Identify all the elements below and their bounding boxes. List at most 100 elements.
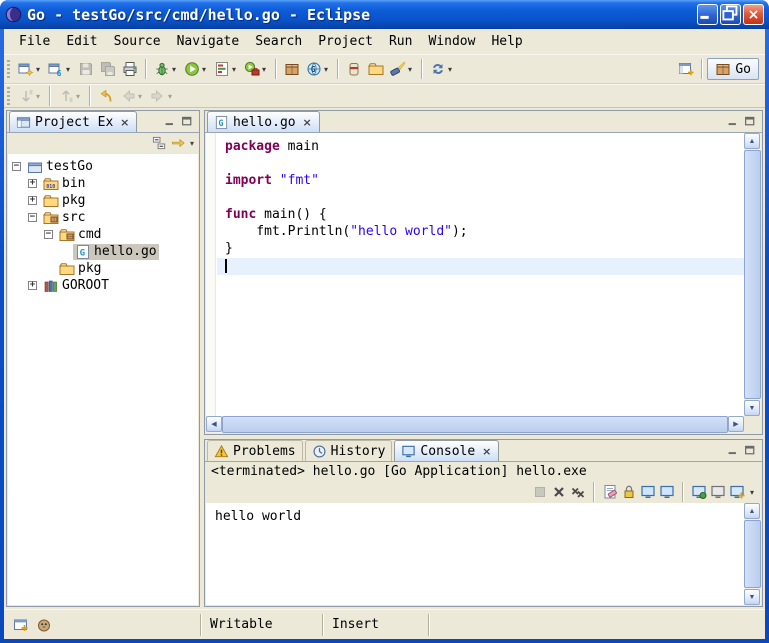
next-annotation-button[interactable]: ▾ — [16, 85, 44, 107]
code-editor[interactable]: package main import "fmt" func main() { fm… — [217, 133, 744, 416]
scrollbar-thumb[interactable] — [744, 150, 761, 399]
dropdown-arrow-icon[interactable]: ▾ — [34, 92, 42, 101]
new-go-button[interactable]: G▾ — [46, 58, 74, 80]
code-line[interactable]: import "fmt" — [217, 173, 744, 190]
dropdown-arrow-icon[interactable]: ▾ — [260, 65, 268, 74]
menu-item-navigate[interactable]: Navigate — [170, 31, 247, 52]
minimize-view-icon[interactable] — [164, 115, 177, 128]
collapse-all-icon[interactable] — [152, 136, 167, 151]
link-with-editor-icon[interactable] — [171, 136, 186, 151]
maximize-view-icon[interactable] — [744, 115, 757, 128]
code-line[interactable]: func main() { — [217, 207, 744, 224]
scroll-down-icon[interactable]: ▼ — [744, 589, 760, 605]
code-line[interactable] — [217, 156, 744, 173]
dropdown-arrow-icon[interactable]: ▾ — [230, 65, 238, 74]
dropdown-arrow-icon[interactable]: ▾ — [136, 92, 144, 101]
show-stderr-icon[interactable] — [659, 484, 675, 500]
print-button[interactable] — [120, 58, 140, 80]
synchronize-button[interactable]: ▾ — [428, 58, 456, 80]
save-all-button[interactable] — [98, 58, 118, 80]
tree-item-hello-go[interactable]: Ghello.go — [8, 243, 198, 260]
save-button[interactable] — [76, 58, 96, 80]
expand-toggle-icon[interactable]: + — [28, 179, 37, 188]
go-trim-icon[interactable] — [36, 617, 52, 633]
expand-toggle-icon[interactable]: + — [28, 281, 37, 290]
scroll-right-icon[interactable]: ▶ — [728, 416, 744, 432]
tab-project-explorer[interactable]: Project Ex × — [9, 111, 137, 132]
code-line[interactable] — [217, 258, 744, 275]
scroll-left-icon[interactable]: ◀ — [206, 416, 222, 432]
editor-vertical-scrollbar[interactable]: ▲ ▼ — [744, 133, 761, 416]
menu-item-search[interactable]: Search — [248, 31, 309, 52]
dropdown-arrow-icon[interactable]: ▾ — [64, 65, 72, 74]
close-tab-icon[interactable]: × — [481, 445, 492, 458]
menu-item-help[interactable]: Help — [484, 31, 529, 52]
debug-button[interactable]: ▾ — [152, 58, 180, 80]
toolbar-grip[interactable] — [7, 87, 10, 105]
last-edit-location-button[interactable] — [96, 85, 116, 107]
code-line[interactable]: fmt.Println("hello world"); — [217, 224, 744, 241]
open-console-icon[interactable] — [729, 484, 745, 500]
editor-horizontal-scrollbar[interactable]: ◀ ▶ — [206, 416, 744, 433]
code-line[interactable]: } — [217, 241, 744, 258]
code-line[interactable] — [217, 190, 744, 207]
terminate-icon[interactable] — [532, 484, 548, 500]
view-menu-icon[interactable]: ▾ — [190, 139, 194, 148]
external-tools-button[interactable]: ▾ — [242, 58, 270, 80]
forward-button[interactable]: ▾ — [148, 85, 176, 107]
coverage-button[interactable]: ▾ — [212, 58, 240, 80]
tree-item-bin[interactable]: +010bin — [8, 175, 198, 192]
display-console-icon[interactable] — [710, 484, 726, 500]
tree-item-pkg[interactable]: pkg — [8, 260, 198, 277]
console-output[interactable]: hello world ▲ ▼ — [206, 503, 761, 605]
menu-item-file[interactable]: File — [12, 31, 57, 52]
scrollbar-thumb[interactable] — [744, 520, 761, 588]
collapse-toggle-icon[interactable]: − — [44, 230, 53, 239]
tab-hello-go[interactable]: G hello.go × — [207, 111, 320, 132]
run-button[interactable]: ▾ — [182, 58, 210, 80]
dropdown-arrow-icon[interactable]: ▾ — [748, 488, 756, 497]
maximize-view-icon[interactable] — [181, 115, 194, 128]
tab-console[interactable]: Console× — [394, 440, 499, 461]
console-vertical-scrollbar[interactable]: ▲ ▼ — [744, 503, 761, 605]
minimize-view-icon[interactable] — [727, 115, 740, 128]
close-button[interactable]: × — [743, 4, 764, 25]
toolbar-grip[interactable] — [7, 60, 10, 78]
dropdown-arrow-icon[interactable]: ▾ — [74, 92, 82, 101]
scroll-lock-icon[interactable] — [621, 484, 637, 500]
open-archive-button[interactable] — [344, 58, 364, 80]
editor-marker-bar[interactable] — [206, 133, 216, 416]
go-tools-button[interactable]: G▾ — [304, 58, 332, 80]
fast-view-trim-icon[interactable] — [13, 617, 29, 633]
menu-item-edit[interactable]: Edit — [59, 31, 104, 52]
tree-item-testgo[interactable]: −testGo — [8, 158, 198, 175]
menu-item-source[interactable]: Source — [107, 31, 168, 52]
search-button[interactable]: ▾ — [388, 58, 416, 80]
minimize-button[interactable] — [697, 4, 718, 25]
menu-item-run[interactable]: Run — [382, 31, 419, 52]
tab-history[interactable]: History — [305, 440, 393, 461]
collapse-toggle-icon[interactable]: − — [12, 162, 21, 171]
menu-item-project[interactable]: Project — [311, 31, 380, 52]
maximize-view-icon[interactable] — [744, 444, 757, 457]
previous-annotation-button[interactable]: ▾ — [56, 85, 84, 107]
tree-item-src[interactable]: −src — [8, 209, 198, 226]
back-button[interactable]: ▾ — [118, 85, 146, 107]
tree-item-cmd[interactable]: −cmd — [8, 226, 198, 243]
scroll-up-icon[interactable]: ▲ — [744, 133, 760, 149]
go-perspective-button[interactable]: Go — [707, 58, 759, 80]
remove-all-launches-icon[interactable] — [570, 484, 586, 500]
dropdown-arrow-icon[interactable]: ▾ — [200, 65, 208, 74]
new-package-button[interactable] — [282, 58, 302, 80]
minimize-view-icon[interactable] — [727, 444, 740, 457]
code-line[interactable]: package main — [217, 139, 744, 156]
dropdown-arrow-icon[interactable]: ▾ — [446, 65, 454, 74]
collapse-toggle-icon[interactable]: − — [28, 213, 37, 222]
tree-item-goroot[interactable]: +GOROOT — [8, 277, 198, 294]
close-tab-icon[interactable]: × — [302, 116, 313, 129]
dropdown-arrow-icon[interactable]: ▾ — [34, 65, 42, 74]
dropdown-arrow-icon[interactable]: ▾ — [166, 92, 174, 101]
pin-console-icon[interactable] — [691, 484, 707, 500]
clear-console-icon[interactable] — [602, 484, 618, 500]
open-perspective-button[interactable] — [676, 58, 696, 80]
